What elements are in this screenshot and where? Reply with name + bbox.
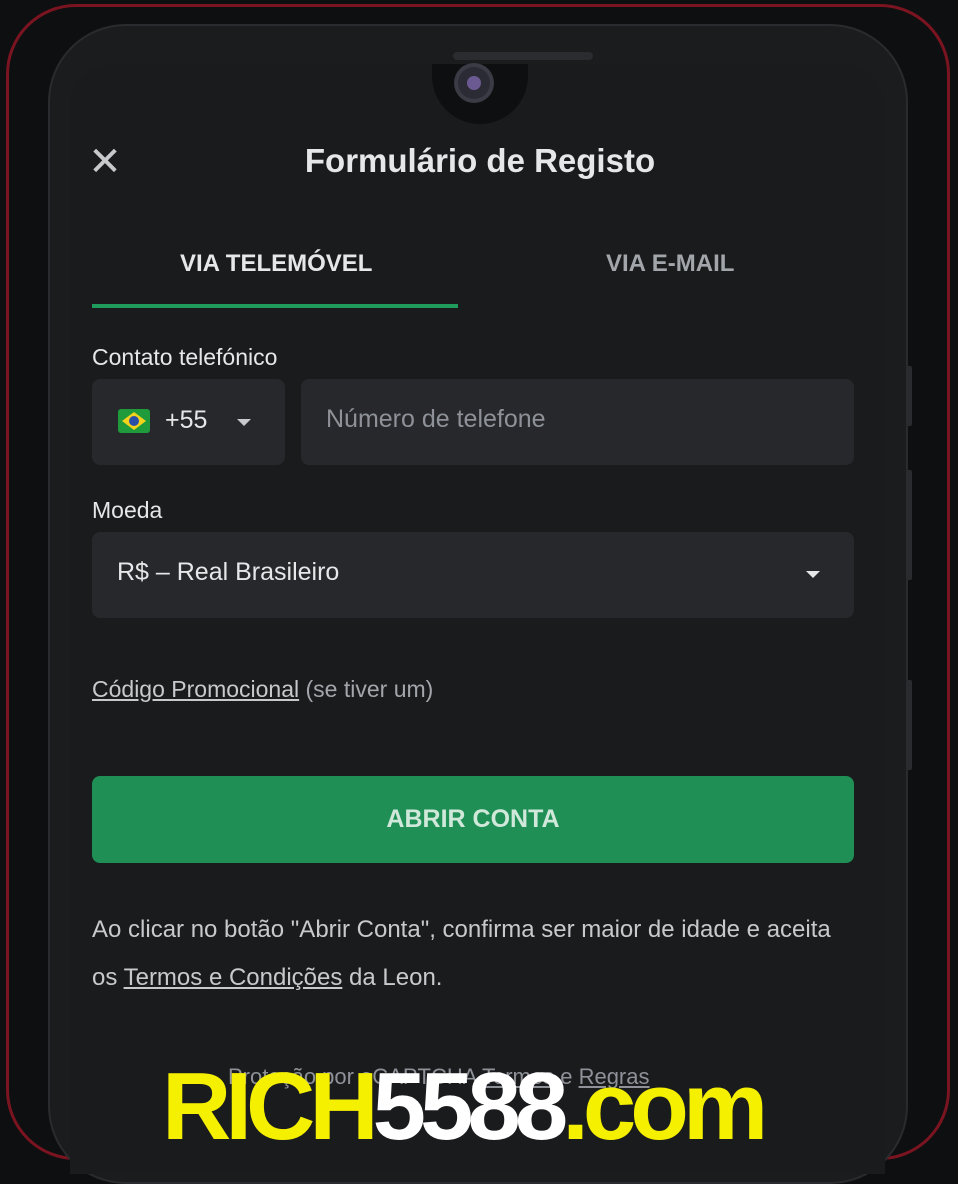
watermark-part2: 5588: [372, 1053, 569, 1160]
power-button: [906, 470, 912, 580]
country-code: +55: [165, 406, 208, 434]
watermark: RICH5588.com: [162, 1052, 768, 1162]
currency-value: R$ – Real Brasileiro: [117, 558, 340, 586]
legal-text: Ao clicar no botão "Abrir Conta", confir…: [92, 906, 862, 1002]
active-tab-indicator: [92, 304, 458, 308]
watermark-part1: RICH: [162, 1053, 379, 1160]
phone-placeholder: Número de telefone: [326, 405, 546, 433]
tab-via-email[interactable]: VIA E-MAIL: [606, 250, 734, 278]
terms-link[interactable]: Termos e Condições: [124, 964, 343, 991]
legal-text-after: da Leon.: [349, 964, 443, 991]
promo-code: Código Promocional (se tiver um): [92, 676, 433, 703]
phone-label: Contato telefónico: [92, 344, 278, 370]
volume-button: [906, 366, 912, 426]
chevron-down-icon: [237, 419, 251, 426]
currency-label: Moeda: [92, 497, 163, 523]
promo-note: (se tiver um): [305, 676, 434, 702]
close-icon[interactable]: ✕: [88, 142, 122, 182]
speaker-grille: [453, 52, 593, 60]
chevron-down-icon: [806, 571, 820, 578]
page-title: Formulário de Registo: [304, 142, 656, 179]
brazil-flag-icon: [118, 409, 150, 433]
side-button: [906, 680, 912, 770]
tab-via-telemovel[interactable]: VIA TELEMÓVEL: [180, 250, 372, 278]
camera-icon: [458, 67, 490, 99]
watermark-part3: .com: [562, 1053, 768, 1160]
open-account-button[interactable]: ABRIR CONTA: [92, 776, 854, 863]
promo-code-link[interactable]: Código Promocional: [92, 676, 299, 702]
phone-screen: [70, 64, 885, 1174]
